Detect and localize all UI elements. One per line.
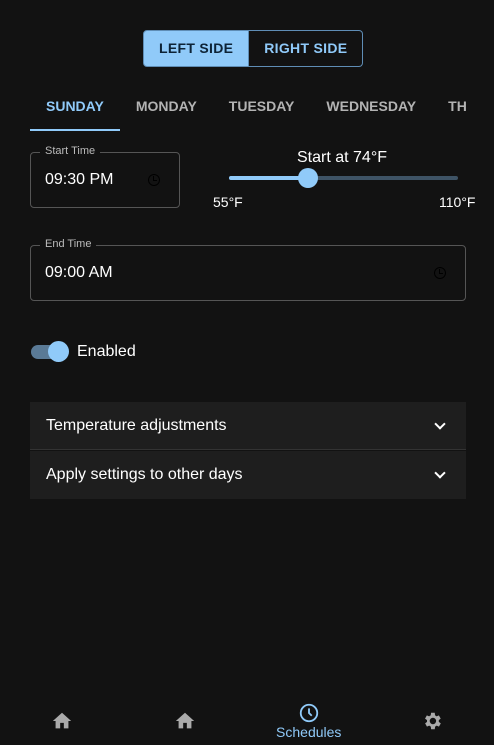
end-time-value: 09:00 AM — [45, 264, 113, 281]
end-time-label: End Time — [40, 238, 97, 250]
day-tabs: SUNDAY MONDAY TUESDAY WEDNESDAY THURSDAY — [30, 84, 466, 131]
clock-icon — [299, 703, 318, 723]
switch-knob — [48, 341, 69, 362]
slider-thumb[interactable] — [298, 168, 319, 188]
left-side-button[interactable]: LEFT SIDE — [143, 30, 250, 67]
right-side-button[interactable]: RIGHT SIDE — [249, 30, 364, 67]
chevron-down-icon — [434, 467, 446, 479]
nav-home-2[interactable] — [124, 697, 248, 745]
accordion-temperature-adjustments[interactable]: Temperature adjustments — [30, 402, 466, 450]
tab-monday[interactable]: MONDAY — [120, 84, 213, 131]
chevron-down-icon — [434, 417, 446, 430]
slider-max-label: 110°F — [439, 194, 476, 210]
tab-thursday[interactable]: THURSDAY — [432, 84, 466, 131]
home-icon — [176, 712, 195, 729]
gear-icon — [425, 712, 442, 730]
start-time-label: Start Time — [40, 145, 101, 157]
accordion-apply-settings[interactable]: Apply settings to other days — [30, 451, 466, 499]
enabled-label: Enabled — [77, 343, 136, 360]
tab-wednesday[interactable]: WEDNESDAY — [310, 84, 432, 131]
bottom-navigation: Schedules — [0, 697, 494, 745]
tab-tuesday[interactable]: TUESDAY — [213, 84, 311, 131]
nav-settings[interactable] — [371, 697, 494, 745]
nav-schedules-label: Schedules — [276, 724, 342, 740]
home-icon — [52, 712, 71, 729]
slider-fill — [229, 176, 309, 180]
clock-icon[interactable] — [148, 174, 160, 186]
slider-min-label: 55°F — [213, 194, 243, 210]
accordion-title: Apply settings to other days — [46, 466, 243, 483]
start-time-value: 09:30 PM — [45, 171, 114, 188]
start-time-field[interactable]: Start Time 09:30 PM — [30, 145, 180, 208]
slider-title: Start at 74°F — [297, 149, 387, 166]
nav-schedules[interactable]: Schedules — [247, 697, 371, 745]
temperature-slider[interactable] — [229, 168, 458, 188]
enabled-switch[interactable] — [31, 341, 69, 362]
end-time-field[interactable]: End Time 09:00 AM — [30, 238, 466, 301]
side-toggle: LEFT SIDE RIGHT SIDE — [143, 30, 364, 67]
accordion-title: Temperature adjustments — [46, 416, 227, 434]
tab-sunday[interactable]: SUNDAY — [30, 84, 120, 131]
clock-icon[interactable] — [434, 267, 446, 279]
nav-home-1[interactable] — [0, 697, 124, 745]
